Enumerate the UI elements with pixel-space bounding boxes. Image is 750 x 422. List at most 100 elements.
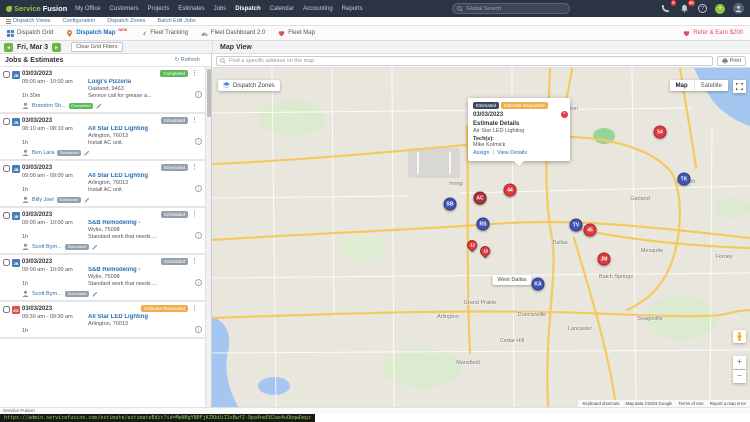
kebab-menu-icon[interactable]: ⋮ — [191, 211, 198, 218]
job-card[interactable]: JB 03/03/2023 Scheduled ⋮ 09:00 am - 10:… — [0, 208, 205, 255]
job-checkbox[interactable] — [3, 259, 10, 266]
kebab-menu-icon[interactable]: ⋮ — [191, 117, 198, 124]
nav-estimates[interactable]: Estimates — [178, 6, 204, 12]
info-icon[interactable]: i — [195, 279, 202, 286]
tab-fleet-tracking[interactable]: Fleet Tracking — [140, 30, 188, 37]
job-checkbox[interactable] — [3, 71, 10, 78]
tech-name[interactable]: Billy Joel — [32, 197, 54, 203]
popup-close-icon[interactable]: × — [561, 111, 568, 118]
view-details-link[interactable]: View Details — [497, 150, 527, 156]
zoom-out-button[interactable]: − — [733, 370, 746, 383]
jobs-refresh-link[interactable]: ↻ Refresh — [175, 57, 206, 63]
nav-customers[interactable]: Customers — [110, 6, 139, 12]
map-marker-45[interactable]: 45 — [583, 223, 597, 237]
user-avatar[interactable] — [733, 3, 744, 14]
fullscreen-button[interactable] — [733, 80, 746, 93]
job-card[interactable]: JB 03/03/2023 Scheduled ⋮ 09:00 am - 09:… — [0, 161, 205, 208]
kebab-menu-icon[interactable]: ⋮ — [191, 70, 198, 77]
jobs-list[interactable]: JB 03/03/2023 Completed ⋮ 09:00 am - 10:… — [0, 67, 211, 407]
nav-my-office[interactable]: My Office — [75, 6, 100, 12]
job-checkbox[interactable] — [3, 306, 10, 313]
map-marker-44[interactable]: 44 — [503, 183, 517, 197]
map-marker-TV[interactable]: TV — [569, 218, 583, 232]
clear-grid-filters-button[interactable]: Clear Grid Filters — [71, 42, 123, 52]
map-type-map-button[interactable]: Map — [669, 80, 694, 91]
nav-jobs[interactable]: Jobs — [214, 6, 227, 12]
tech-name[interactable]: Brandon Sh... — [32, 103, 66, 109]
zoom-in-button[interactable]: + — [733, 356, 746, 369]
job-customer-link[interactable]: S&B Remodeling - — [88, 220, 198, 226]
info-icon[interactable]: i — [195, 232, 202, 239]
print-button[interactable]: Print — [716, 55, 746, 66]
map-marker-AC[interactable]: AC — [473, 191, 487, 205]
map-marker-TK[interactable]: TK — [677, 172, 691, 186]
nav-projects[interactable]: Projects — [148, 6, 170, 12]
job-customer-link[interactable]: All Star LED Lighting — [88, 173, 198, 179]
job-customer-link[interactable]: All Star LED Lighting — [88, 314, 198, 320]
dispatch-zones-button[interactable]: Dispatch Zones — [218, 80, 280, 91]
terms-link[interactable]: Terms of Use — [678, 401, 703, 406]
job-customer-link[interactable]: Luigi's Pizzeria — [88, 79, 198, 85]
subnav-configuration[interactable]: Configuration — [63, 18, 96, 24]
nav-calendar[interactable]: Calendar — [270, 6, 294, 12]
bell-icon[interactable]: 30 — [679, 0, 695, 14]
service-fusion-logo[interactable]: Service Fusion — [6, 4, 67, 13]
subnav-dispatch-zones[interactable]: Dispatch Zones — [107, 18, 145, 24]
edit-pencil-icon[interactable] — [96, 103, 102, 109]
job-card[interactable]: JB 03/03/2023 Completed ⋮ 09:00 am - 10:… — [0, 67, 205, 114]
job-checkbox[interactable] — [3, 212, 10, 219]
kebab-menu-icon[interactable]: ⋮ — [191, 258, 198, 265]
subnav-batch-edit-jobs[interactable]: Batch Edit Jobs — [157, 18, 195, 24]
map-address-input[interactable] — [229, 57, 709, 64]
job-checkbox[interactable] — [3, 165, 10, 172]
tab-fleet-map[interactable]: Fleet Map — [278, 30, 315, 37]
west-dallas-chip[interactable]: West Dallas — [492, 275, 532, 285]
next-day-button[interactable]: ► — [52, 42, 62, 52]
scrollbar-thumb[interactable] — [207, 69, 211, 117]
tab-fleet-dashboard[interactable]: Fleet Dashboard 2.0 — [201, 30, 265, 37]
info-icon[interactable]: i — [195, 326, 202, 333]
tech-name[interactable]: Scott Byrn... — [32, 291, 62, 297]
keyboard-shortcuts-link[interactable]: Keyboard shortcuts — [582, 401, 619, 406]
map-type-satellite-button[interactable]: Satellite — [693, 80, 728, 91]
edit-pencil-icon[interactable] — [83, 197, 90, 203]
job-checkbox[interactable] — [3, 118, 10, 125]
job-card[interactable]: JB 03/03/2023 Scheduled ⋮ 08:10 am - 08:… — [0, 114, 205, 161]
global-search[interactable] — [452, 3, 571, 14]
map-marker-KA[interactable]: KA — [531, 277, 545, 291]
nav-dispatch[interactable]: Dispatch — [235, 6, 260, 12]
subnav-dispatch-views[interactable]: Dispatch Views — [6, 18, 51, 24]
map-marker-SB[interactable]: SB — [443, 197, 457, 211]
map-canvas[interactable]: Dispatch Zones Map Satellite Estimated E… — [212, 68, 750, 407]
prev-day-button[interactable]: ◄ — [4, 42, 13, 52]
job-customer-link[interactable]: S&B Remodeling - — [88, 267, 198, 273]
jobs-scrollbar[interactable] — [205, 67, 211, 407]
global-search-input[interactable] — [466, 5, 566, 12]
pegman-button[interactable] — [733, 330, 746, 343]
assign-link[interactable]: Assign — [473, 150, 490, 156]
nav-reports[interactable]: Reports — [342, 6, 363, 12]
info-icon[interactable]: i — [195, 185, 202, 192]
phone-icon[interactable]: 5 — [660, 0, 676, 14]
map-address-search[interactable] — [216, 55, 713, 66]
edit-pencil-icon[interactable] — [92, 291, 98, 297]
nav-accounting[interactable]: Accounting — [303, 6, 333, 12]
add-icon[interactable]: + — [715, 3, 725, 14]
job-card[interactable]: ES 03/03/2023 Estimate Requested ⋮ 09:30… — [0, 302, 205, 339]
help-icon[interactable]: ? — [698, 4, 707, 13]
kebab-menu-icon[interactable]: ⋮ — [191, 164, 198, 171]
info-icon[interactable]: i — [195, 91, 202, 98]
map-marker-54[interactable]: 54 — [653, 125, 667, 139]
kebab-menu-icon[interactable]: ⋮ — [191, 305, 198, 312]
map-marker-JM[interactable]: JM — [597, 252, 611, 266]
job-card[interactable]: JB 03/03/2023 Scheduled ⋮ 09:00 am - 10:… — [0, 255, 205, 302]
info-icon[interactable]: i — [195, 138, 202, 145]
tab-dispatch-grid[interactable]: Dispatch Grid — [7, 29, 53, 37]
edit-pencil-icon[interactable] — [84, 150, 90, 156]
report-error-link[interactable]: Report a map error — [710, 401, 746, 406]
tab-dispatch-map[interactable]: Dispatch Map NEW — [66, 28, 127, 37]
tech-name[interactable]: Ben Lara — [32, 150, 54, 156]
tech-name[interactable]: Scott Byrn... — [32, 244, 62, 250]
map-marker-RS[interactable]: RS — [476, 217, 490, 231]
refer-earn-link[interactable]: Refer & Earn $200 — [683, 30, 743, 37]
